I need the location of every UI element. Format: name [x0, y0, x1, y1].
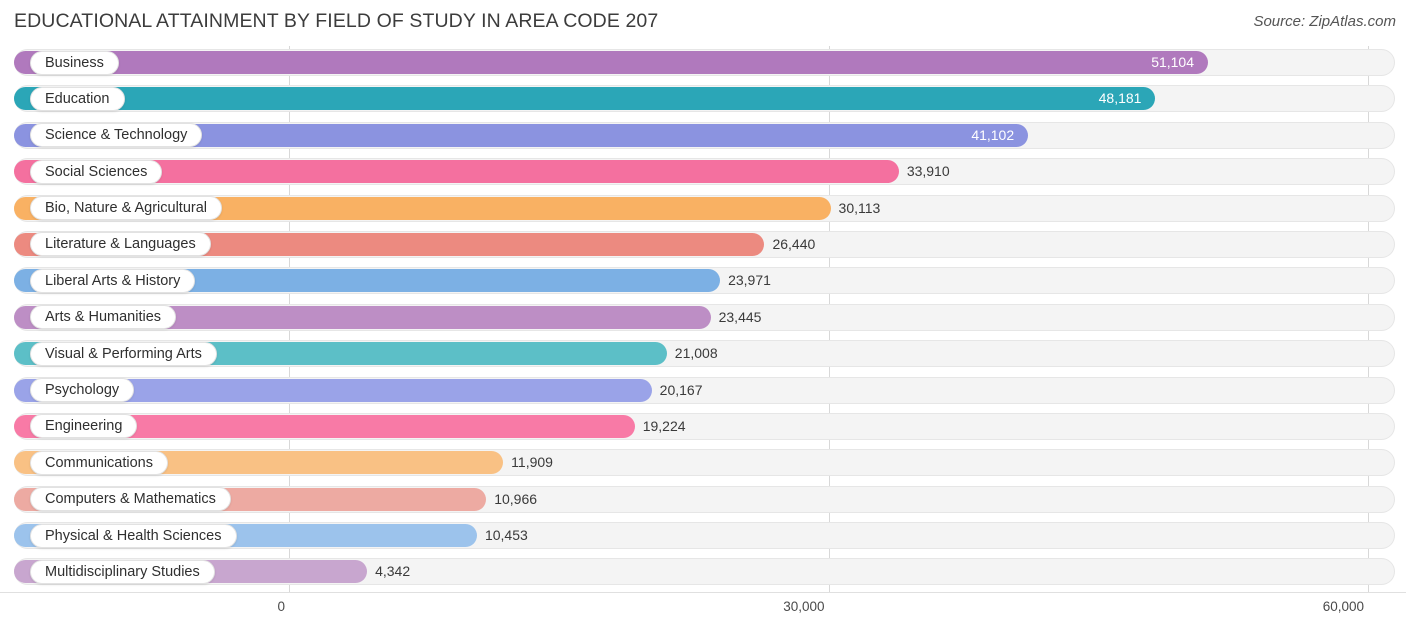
bar-value: 41,102 — [971, 126, 1015, 143]
bar-value: 23,971 — [728, 272, 771, 289]
bar-label-communications[interactable]: Communications — [30, 450, 168, 475]
bar-label-visual-performing-arts[interactable]: Visual & Performing Arts — [30, 341, 217, 366]
page-title: EDUCATIONAL ATTAINMENT BY FIELD OF STUDY… — [14, 10, 659, 32]
bar-label-social-sciences[interactable]: Social Sciences — [30, 159, 163, 184]
plot-area: Business 51,104 Education 48,181 Science & T… — [0, 46, 1406, 592]
bar-label-business[interactable]: Business — [30, 50, 119, 75]
bar-value: 26,440 — [772, 235, 816, 252]
x-tick-label: 30,000 — [783, 599, 825, 614]
bar-label-education[interactable]: Education — [30, 86, 125, 111]
bar-label-physical-health-sciences[interactable]: Physical & Health Sciences — [30, 523, 237, 548]
bar-label-science-technology[interactable]: Science & Technology — [30, 123, 203, 148]
x-tick-label: 60,000 — [1322, 599, 1364, 614]
bar-rows: Business 51,104 Education 48,181 Science & T… — [0, 46, 1406, 592]
bar-label-engineering[interactable]: Engineering — [30, 414, 138, 439]
bar-label-arts-humanities[interactable]: Arts & Humanities — [30, 305, 177, 330]
bar-value: 51,104 — [1151, 54, 1195, 70]
bar-value: 23,445 — [718, 308, 762, 325]
bar-value: 48,181 — [1098, 90, 1142, 107]
bar-row[interactable]: Visual & Performing Arts 21,008 — [0, 337, 1406, 373]
bar-row[interactable]: Engineering 19,224 — [0, 410, 1406, 446]
bar-row[interactable]: Liberal Arts & History 23,971 — [0, 264, 1406, 300]
bar-row[interactable]: Multidisciplinary Studies 4,342 — [0, 555, 1406, 591]
bar-row[interactable]: Literature & Languages 26,440 — [0, 228, 1406, 264]
bar-row[interactable]: Communications 11,909 — [0, 446, 1406, 482]
bar-value: 21,008 — [674, 345, 718, 362]
bar-row[interactable]: Physical & Health Sciences 10,453 — [0, 519, 1406, 555]
bar-label-liberal-arts-history[interactable]: Liberal Arts & History — [30, 268, 196, 293]
bar-row[interactable]: Bio, Nature & Agricultural 30,113 — [0, 192, 1406, 228]
x-axis: 0 30,000 60,000 — [0, 592, 1406, 632]
bar-label-computers-mathematics[interactable]: Computers & Mathematics — [30, 487, 231, 512]
bar-row[interactable]: Psychology 20,167 — [0, 374, 1406, 410]
bar-label-literature-languages[interactable]: Literature & Languages — [30, 232, 211, 257]
source-attribution: Source: ZipAtlas.com — [1253, 13, 1396, 30]
bar-row[interactable]: Arts & Humanities 23,445 — [0, 301, 1406, 337]
bar-row[interactable]: Social Sciences 33,910 — [0, 155, 1406, 191]
bar-label-multidisciplinary-studies[interactable]: Multidisciplinary Studies — [30, 559, 215, 584]
bar-label-bio-nature-agricultural[interactable]: Bio, Nature & Agricultural — [30, 196, 222, 221]
bar-value: 30,113 — [838, 199, 881, 216]
chart-header: EDUCATIONAL ATTAINMENT BY FIELD OF STUDY… — [0, 0, 1406, 46]
chart-root: EDUCATIONAL ATTAINMENT BY FIELD OF STUDY… — [0, 0, 1406, 631]
bar-label-psychology[interactable]: Psychology — [30, 378, 135, 403]
bar-value: 10,453 — [484, 527, 528, 544]
bar-value: 19,224 — [642, 417, 686, 434]
bar-row[interactable]: Science & Technology 41,102 — [0, 119, 1406, 155]
bar-value: 33,910 — [906, 163, 950, 180]
bar-row[interactable]: Computers & Mathematics 10,966 — [0, 483, 1406, 519]
bar-row[interactable]: Education 48,181 — [0, 82, 1406, 118]
bar[interactable] — [14, 51, 1209, 74]
bar-value: 4,342 — [375, 563, 411, 580]
bar[interactable] — [14, 87, 1156, 111]
bar-value: 11,909 — [511, 454, 553, 471]
bar-value: 10,966 — [494, 490, 538, 507]
x-tick-label: 0 — [277, 599, 285, 614]
bar-row[interactable]: Business 51,104 — [0, 46, 1406, 82]
bar-value: 20,167 — [659, 381, 703, 398]
